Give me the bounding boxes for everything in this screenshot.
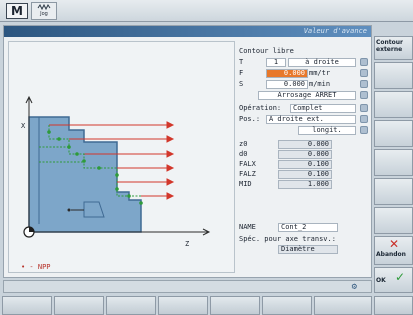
d0-row: d0 0.000 [238,150,368,159]
coolant-toggle-icon[interactable] [360,91,368,99]
mode-icon[interactable]: M [6,3,28,19]
hsoftkey-4[interactable] [158,296,208,315]
operation-select[interactable]: Complet [290,104,356,113]
z0-row: z0 0.000 [238,140,368,149]
falz-row: FALZ 0.100 [238,170,368,179]
softkey-empty-4[interactable] [374,120,413,147]
s-unit: m/min [309,80,331,88]
d0-input[interactable]: 0.000 [278,150,332,159]
pos-select[interactable]: A droite ext. [266,115,356,124]
jog-label: Jog [40,11,48,17]
t-toggle-icon[interactable] [360,58,368,66]
status-icon: ⚙ [351,282,357,292]
operation-label: Opération: [239,104,282,112]
falx-label: FALX [239,160,256,168]
npp-legend: • - NPP [21,263,51,271]
name-row: NAME Cont_2 [238,223,368,232]
falx-input[interactable]: 0.100 [278,160,332,169]
mid-input[interactable]: 1.000 [278,180,332,189]
z0-label: z0 [239,140,248,148]
t-label: T [239,58,244,66]
jog-icon[interactable]: Jog [31,2,57,20]
softkey-ok[interactable]: OK ✓ [374,267,413,293]
softkey-empty-7[interactable] [374,207,413,234]
heading-row: Contour libre [238,47,368,56]
hsoftkey-3[interactable] [106,296,156,315]
contour-drawing [23,95,211,238]
falx-row: FALX 0.100 [238,160,368,169]
pos-row: Pos.: A droite ext. [238,115,368,124]
abandon-label: Abandon [376,251,406,258]
f-label: F [239,69,244,77]
softkey-contour-externe[interactable]: Contour externe [374,36,413,60]
f-row: F 0.000 mm/tr [238,69,368,78]
s-input[interactable]: 0.000 [266,80,308,89]
f-unit: mm/tr [309,69,331,77]
hsoftkey-1[interactable] [2,296,52,315]
spec-value-row: Diamètre [238,245,368,254]
falz-label: FALZ [239,170,256,178]
t-row: T 1 à droite [238,58,368,67]
cancel-icon: ✕ [389,237,400,251]
softkey-abandon[interactable]: ✕ Abandon [374,236,413,265]
operation-toggle-icon[interactable] [360,104,368,112]
pos-toggle-icon[interactable] [360,115,368,123]
spec-row: Spéc. pour axe transv.: [238,235,368,244]
hsoftkey-6[interactable] [262,296,312,315]
mid-label: MID [239,180,252,188]
name-label: NAME [239,223,256,231]
f-toggle-icon[interactable] [360,69,368,77]
direction-toggle-icon[interactable] [360,126,368,134]
workpiece-shape [28,116,142,233]
name-input[interactable]: Cont_2 [278,223,338,232]
s-label: S [239,80,244,88]
z0-input[interactable]: 0.000 [278,140,332,149]
check-icon: ✓ [395,270,406,284]
ok-label: OK [376,277,386,284]
softkey-empty-3[interactable] [374,91,413,118]
panel-heading: Contour libre [239,47,294,55]
direction-row: longit. [238,126,368,135]
jog-wave-icon [37,4,51,11]
t-side-select[interactable]: à droite [288,58,356,67]
hsoftkey-5[interactable] [210,296,260,315]
spec-label: Spéc. pour axe transv.: [239,235,336,243]
f-input[interactable]: 0.000 [266,69,308,78]
status-bar: ⚙ [3,280,372,293]
window-title-bar: Valeur d'avance [4,26,371,37]
hsoftkey-2[interactable] [54,296,104,315]
softkey-empty-6[interactable] [374,178,413,205]
coolant-row: Arrosage ARRET [238,91,368,100]
d0-label: d0 [239,150,248,158]
softkey-empty-2[interactable] [374,62,413,89]
spec-select[interactable]: Diamètre [278,245,338,254]
coolant-select[interactable]: Arrosage ARRET [258,91,356,100]
t-input[interactable]: 1 [266,58,286,67]
main-window: Valeur d'avance X Z • - NPP Contour libr… [3,25,372,278]
hsoftkey-7[interactable] [314,296,372,315]
contour-graphic: X Z • - NPP [8,41,235,273]
direction-select[interactable]: longit. [298,126,356,135]
axis-z-label: Z [185,240,190,248]
falz-input[interactable]: 0.100 [278,170,332,179]
s-row: S 0.000 m/min [238,80,368,89]
s-toggle-icon[interactable] [360,80,368,88]
hsoftkey-8[interactable] [374,296,413,315]
softkey-empty-5[interactable] [374,149,413,176]
pos-label: Pos.: [239,115,261,123]
mid-row: MID 1.000 [238,180,368,189]
top-bar: M Jog [0,0,413,22]
operation-row: Opération: Complet [238,104,368,113]
window-title: Valeur d'avance [303,27,367,35]
axis-x-label: X [21,122,26,130]
